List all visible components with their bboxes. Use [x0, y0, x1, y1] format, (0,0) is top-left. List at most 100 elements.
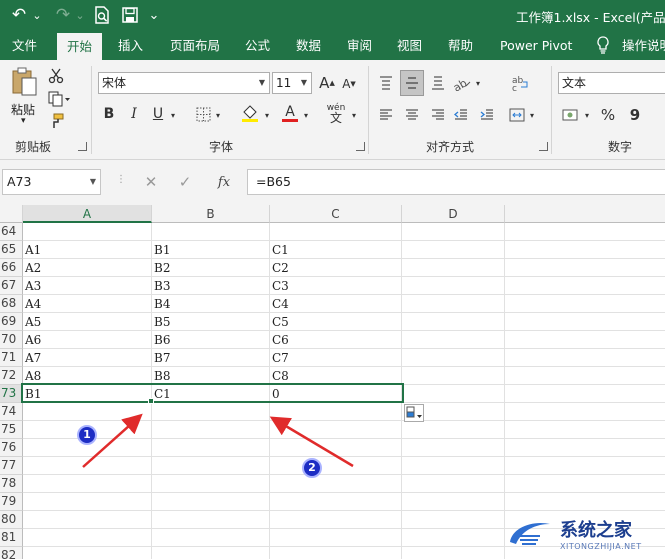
- font-size-select[interactable]: 11 ▼: [272, 72, 312, 94]
- format-painter-icon[interactable]: [46, 111, 66, 131]
- chevron-down-icon: ▼: [300, 78, 308, 87]
- borders-icon[interactable]: [194, 104, 212, 124]
- clipboard-launcher-icon[interactable]: [78, 142, 87, 151]
- title-bar: ↶ ⌄ ↷ ⌄ ⌄ 工作簿1.xlsx - Excel(产品: [0, 0, 665, 31]
- tab-data[interactable]: 数据: [296, 31, 321, 60]
- fill-color-icon[interactable]: [240, 102, 260, 124]
- formula-bar: A73 ▼ ⋮ ✕ ✓ fx =B65: [0, 160, 665, 205]
- align-right-icon[interactable]: [428, 104, 448, 126]
- group-separator: [368, 66, 369, 154]
- print-preview-icon[interactable]: [92, 4, 112, 26]
- group-separator: [91, 66, 92, 154]
- tab-view[interactable]: 视图: [397, 31, 422, 60]
- percent-style-button[interactable]: %: [598, 104, 618, 126]
- annotation-arrows: [82, 413, 354, 468]
- customize-qat-icon[interactable]: ⌄: [146, 4, 162, 26]
- bold-button[interactable]: B: [100, 103, 118, 125]
- tab-formulas[interactable]: 公式: [245, 31, 270, 60]
- align-top-icon[interactable]: [376, 72, 396, 94]
- font-color-letter: A: [285, 103, 295, 120]
- borders-dropdown-icon[interactable]: ▾: [213, 108, 223, 122]
- align-left-icon[interactable]: [376, 104, 396, 126]
- tab-help[interactable]: 帮助: [448, 31, 473, 60]
- watermark-site-name: 系统之家: [560, 520, 632, 541]
- align-center-icon[interactable]: [402, 104, 422, 126]
- svg-text:c: c: [512, 84, 517, 92]
- orientation-dropdown-icon[interactable]: ▾: [473, 76, 483, 90]
- font-color-button[interactable]: A: [280, 102, 300, 124]
- phonetic-dropdown-icon[interactable]: ▾: [349, 108, 359, 122]
- redo-dropdown-icon[interactable]: ⌄: [74, 4, 86, 26]
- cut-icon[interactable]: [46, 66, 66, 86]
- watermark-url: XITONGZHIJIA.NET: [560, 542, 642, 551]
- worksheet-grid: A B C D 64 65 A1 B1 C1 66 A2 B2 C2 67 A3 B3 C3 68 A4 B4…: [0, 205, 665, 559]
- paste-icon[interactable]: [10, 67, 40, 97]
- decrease-indent-icon[interactable]: [451, 104, 471, 126]
- italic-button[interactable]: I: [125, 103, 143, 125]
- wrap-text-icon[interactable]: ab c: [509, 72, 531, 94]
- phonetic-button[interactable]: wén 文: [324, 102, 348, 124]
- undo-icon[interactable]: ↶: [8, 4, 30, 26]
- tab-file[interactable]: 文件: [12, 31, 37, 60]
- number-format-value: 文本: [562, 76, 587, 90]
- font-name-select[interactable]: 宋体 ▼: [98, 72, 270, 94]
- save-icon[interactable]: [120, 4, 140, 26]
- tab-tell-me[interactable]: 操作说明: [622, 31, 665, 60]
- number-group-label: 数字: [608, 140, 633, 154]
- formula-input[interactable]: =B65: [247, 169, 665, 195]
- comma-style-button[interactable]: 9: [625, 104, 645, 126]
- font-color-dropdown-icon[interactable]: ▾: [301, 108, 311, 122]
- cancel-icon[interactable]: ✕: [141, 172, 161, 192]
- lightbulb-icon[interactable]: [596, 31, 618, 60]
- splitter-icon[interactable]: ⋮: [116, 174, 126, 185]
- number-format-select[interactable]: 文本: [558, 72, 665, 94]
- enter-icon[interactable]: ✓: [175, 172, 195, 192]
- fill-color-dropdown-icon[interactable]: ▾: [262, 108, 272, 122]
- merge-center-icon[interactable]: [507, 104, 527, 126]
- orientation-icon[interactable]: ab: [451, 72, 473, 94]
- underline-button[interactable]: U: [149, 103, 167, 125]
- accounting-dropdown-icon[interactable]: ▾: [582, 108, 592, 122]
- tab-insert[interactable]: 插入: [118, 31, 143, 60]
- underline-dropdown-icon[interactable]: ▾: [168, 108, 178, 122]
- font-launcher-icon[interactable]: [356, 142, 365, 151]
- callout-badge-2: 2: [302, 458, 322, 478]
- grow-font-icon[interactable]: A ▲: [318, 73, 336, 93]
- watermark-logo-icon: [510, 522, 550, 545]
- name-box[interactable]: A73 ▼: [2, 169, 101, 195]
- copy-icon[interactable]: [46, 89, 72, 109]
- font-group-label: 字体: [209, 140, 234, 154]
- tab-home[interactable]: 开始: [57, 33, 103, 60]
- tab-power-pivot[interactable]: Power Pivot: [500, 31, 572, 60]
- chevron-down-icon: ▼: [258, 78, 266, 87]
- align-middle-icon[interactable]: [400, 70, 424, 96]
- name-box-value: A73: [7, 174, 32, 189]
- callout-badge-1: 1: [77, 425, 97, 445]
- merge-dropdown-icon[interactable]: ▾: [527, 108, 537, 122]
- shrink-font-icon[interactable]: A ▼: [340, 75, 358, 93]
- clipboard-group-label: 剪贴板: [15, 140, 52, 154]
- font-size-value: 11: [276, 76, 292, 90]
- alignment-launcher-icon[interactable]: [539, 142, 548, 151]
- shrink-font-letter: A: [342, 77, 351, 91]
- window-title: 工作簿1.xlsx - Excel(产品: [516, 10, 665, 25]
- group-separator: [551, 66, 552, 154]
- chevron-down-icon[interactable]: ▼: [90, 170, 96, 194]
- alignment-group-label: 对齐方式: [426, 140, 475, 154]
- undo-dropdown-icon[interactable]: ⌄: [30, 4, 44, 26]
- tab-page-layout[interactable]: 页面布局: [170, 31, 220, 60]
- font-name-value: 宋体: [102, 76, 127, 90]
- grow-font-letter: A: [319, 74, 330, 92]
- increase-indent-icon[interactable]: [477, 104, 497, 126]
- insert-function-button[interactable]: fx: [213, 172, 235, 192]
- ribbon-home: 粘贴 ▾ 剪贴板 宋体 ▼ 11 ▼ A ▲ A ▼ B I U ▾ ▾ ▾ A ▾…: [0, 60, 665, 160]
- redo-icon[interactable]: ↷: [52, 4, 74, 26]
- font-color-swatch: [282, 118, 298, 122]
- accounting-format-icon[interactable]: [560, 104, 582, 126]
- svg-text:ab: ab: [452, 76, 469, 91]
- watermark: 系统之家 XITONGZHIJIA.NET: [506, 510, 665, 559]
- align-bottom-icon[interactable]: [428, 72, 448, 94]
- ribbon-tabs: 文件 开始 插入 页面布局 公式 数据 审阅 视图 帮助 Power Pivot…: [0, 31, 665, 60]
- paste-dropdown-icon[interactable]: ▾: [21, 116, 26, 126]
- tab-review[interactable]: 审阅: [347, 31, 372, 60]
